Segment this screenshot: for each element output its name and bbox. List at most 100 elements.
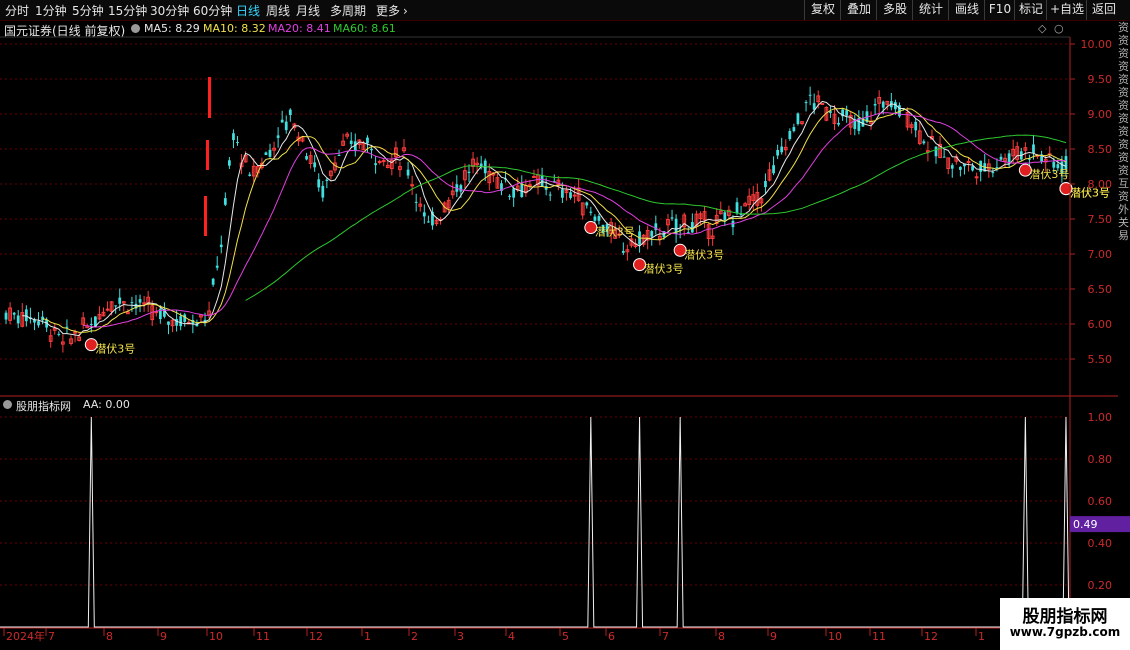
signal-label: 潜伏3号 — [1029, 167, 1069, 181]
fuquan-button[interactable]: 复权 — [804, 0, 841, 20]
candle-body-down — [865, 111, 869, 123]
candle-body-down — [780, 146, 784, 153]
x-tick-label: 11 — [872, 630, 886, 643]
x-tick-label: 2 — [411, 630, 418, 643]
ma60-line — [245, 134, 1067, 301]
candle-body-down — [284, 121, 288, 131]
candle-body-down — [57, 333, 61, 335]
draw-line-button[interactable]: 画线 — [948, 0, 985, 20]
signal-label: 潜伏3号 — [684, 247, 724, 261]
candle-body-down — [12, 312, 16, 315]
candle-body-down — [552, 181, 556, 183]
candle-body-down — [638, 231, 641, 245]
tab-15min[interactable]: 15分钟 — [108, 2, 147, 19]
candle-body-up — [48, 335, 53, 342]
candle-body-up — [666, 219, 670, 226]
candle-body-down — [280, 119, 284, 123]
candle-body-down — [983, 163, 987, 172]
overlay-button[interactable]: 叠加 — [840, 0, 877, 20]
candle-body-up — [296, 136, 301, 142]
x-tick-label: 10 — [209, 630, 223, 643]
candle-body-down — [796, 113, 800, 125]
candle-body-up — [434, 219, 439, 225]
candle-body-down — [889, 101, 893, 108]
candle-body-up — [609, 222, 614, 235]
diamond-icon[interactable]: ◇ — [1038, 22, 1046, 35]
candle-body-up — [974, 176, 979, 179]
candle-body-down — [1028, 158, 1031, 160]
mark-button[interactable]: 标记 — [1014, 0, 1047, 20]
candle-body-up — [259, 162, 264, 169]
candle-body-down — [427, 221, 430, 223]
candle-body-up — [832, 113, 837, 125]
tab-30min[interactable]: 30分钟 — [150, 2, 189, 19]
signal-marker-icon — [84, 338, 98, 352]
tab-weekly[interactable]: 周线 — [266, 2, 290, 19]
candle-body-up — [698, 213, 703, 220]
candle-body-down — [959, 166, 962, 170]
multi-stock-button[interactable]: 多股 — [876, 0, 913, 20]
sub-collapse-icon[interactable] — [3, 400, 12, 409]
candle-body-down — [175, 319, 178, 326]
candle-body-up — [239, 162, 244, 168]
candle-body-up — [528, 184, 532, 187]
candle-body-down — [764, 181, 767, 188]
candle-body-up — [718, 210, 723, 215]
tab-more[interactable]: 更多 › — [376, 2, 408, 19]
candle-body-up — [121, 301, 126, 304]
candle-body-down — [914, 121, 918, 131]
tab-monthly[interactable]: 月线 — [296, 2, 320, 19]
tab-daily[interactable]: 日线 — [236, 2, 260, 19]
price-tick-label: 10.00 — [1081, 38, 1113, 51]
candle-body-down — [520, 183, 524, 198]
tab-multi-period[interactable]: 多周期 — [330, 2, 366, 19]
add-watchlist-button[interactable]: +自选 — [1046, 0, 1087, 20]
candle-body-up — [759, 198, 764, 204]
candle-body-down — [829, 111, 832, 113]
back-button[interactable]: 返回 — [1086, 0, 1121, 20]
candle-body-down — [690, 222, 694, 233]
tab-fenshi[interactable]: 分时 — [5, 2, 29, 19]
candle-body-down — [841, 109, 844, 117]
candle-body-down — [29, 317, 32, 320]
candle-body-down — [163, 308, 166, 317]
tab-5min[interactable]: 5分钟 — [72, 2, 104, 19]
circle-icon[interactable]: ○ — [1054, 22, 1064, 35]
candle-body-down — [837, 122, 840, 125]
candle-body-down — [540, 175, 544, 187]
candle-body-down — [321, 185, 325, 198]
candle-body-down — [739, 213, 743, 215]
candle-body-up — [61, 341, 65, 345]
candle-body-down — [183, 314, 187, 322]
candle-body-up — [613, 228, 618, 239]
watermark-logo: 股朋指标网 www.7gpzb.com — [1000, 598, 1130, 650]
candle-body-up — [767, 169, 772, 181]
x-tick-label: 6 — [608, 630, 615, 643]
candle-body-up — [398, 166, 402, 171]
candle-body-down — [374, 163, 377, 166]
candle-body-down — [845, 110, 849, 116]
current-value-badge — [1070, 516, 1130, 533]
candle-body-up — [633, 243, 638, 248]
candle-body-up — [471, 158, 475, 167]
candle-body-up — [101, 311, 106, 317]
candle-body-up — [1015, 146, 1020, 160]
f10-button[interactable]: F10 — [984, 0, 1015, 20]
candle-body-down — [1019, 151, 1023, 160]
tab-60min[interactable]: 60分钟 — [193, 2, 232, 19]
candle-body-down — [561, 189, 564, 198]
signal-label: 潜伏3号 — [1070, 186, 1110, 200]
candle-body-down — [621, 250, 625, 253]
candle-body-down — [894, 102, 897, 110]
candle-body-up — [491, 172, 496, 176]
tab-1min[interactable]: 1分钟 — [35, 2, 67, 19]
collapse-icon[interactable] — [131, 24, 140, 33]
x-tick-label: 12 — [924, 630, 938, 643]
price-tick-label: 6.50 — [1088, 283, 1113, 296]
candle-body-up — [1047, 153, 1052, 156]
statistics-button[interactable]: 统计 — [912, 0, 949, 20]
candle-body-up — [824, 106, 829, 121]
candle-body-down — [431, 211, 434, 226]
candle-body-down — [991, 172, 995, 174]
candle-body-down — [808, 94, 812, 96]
